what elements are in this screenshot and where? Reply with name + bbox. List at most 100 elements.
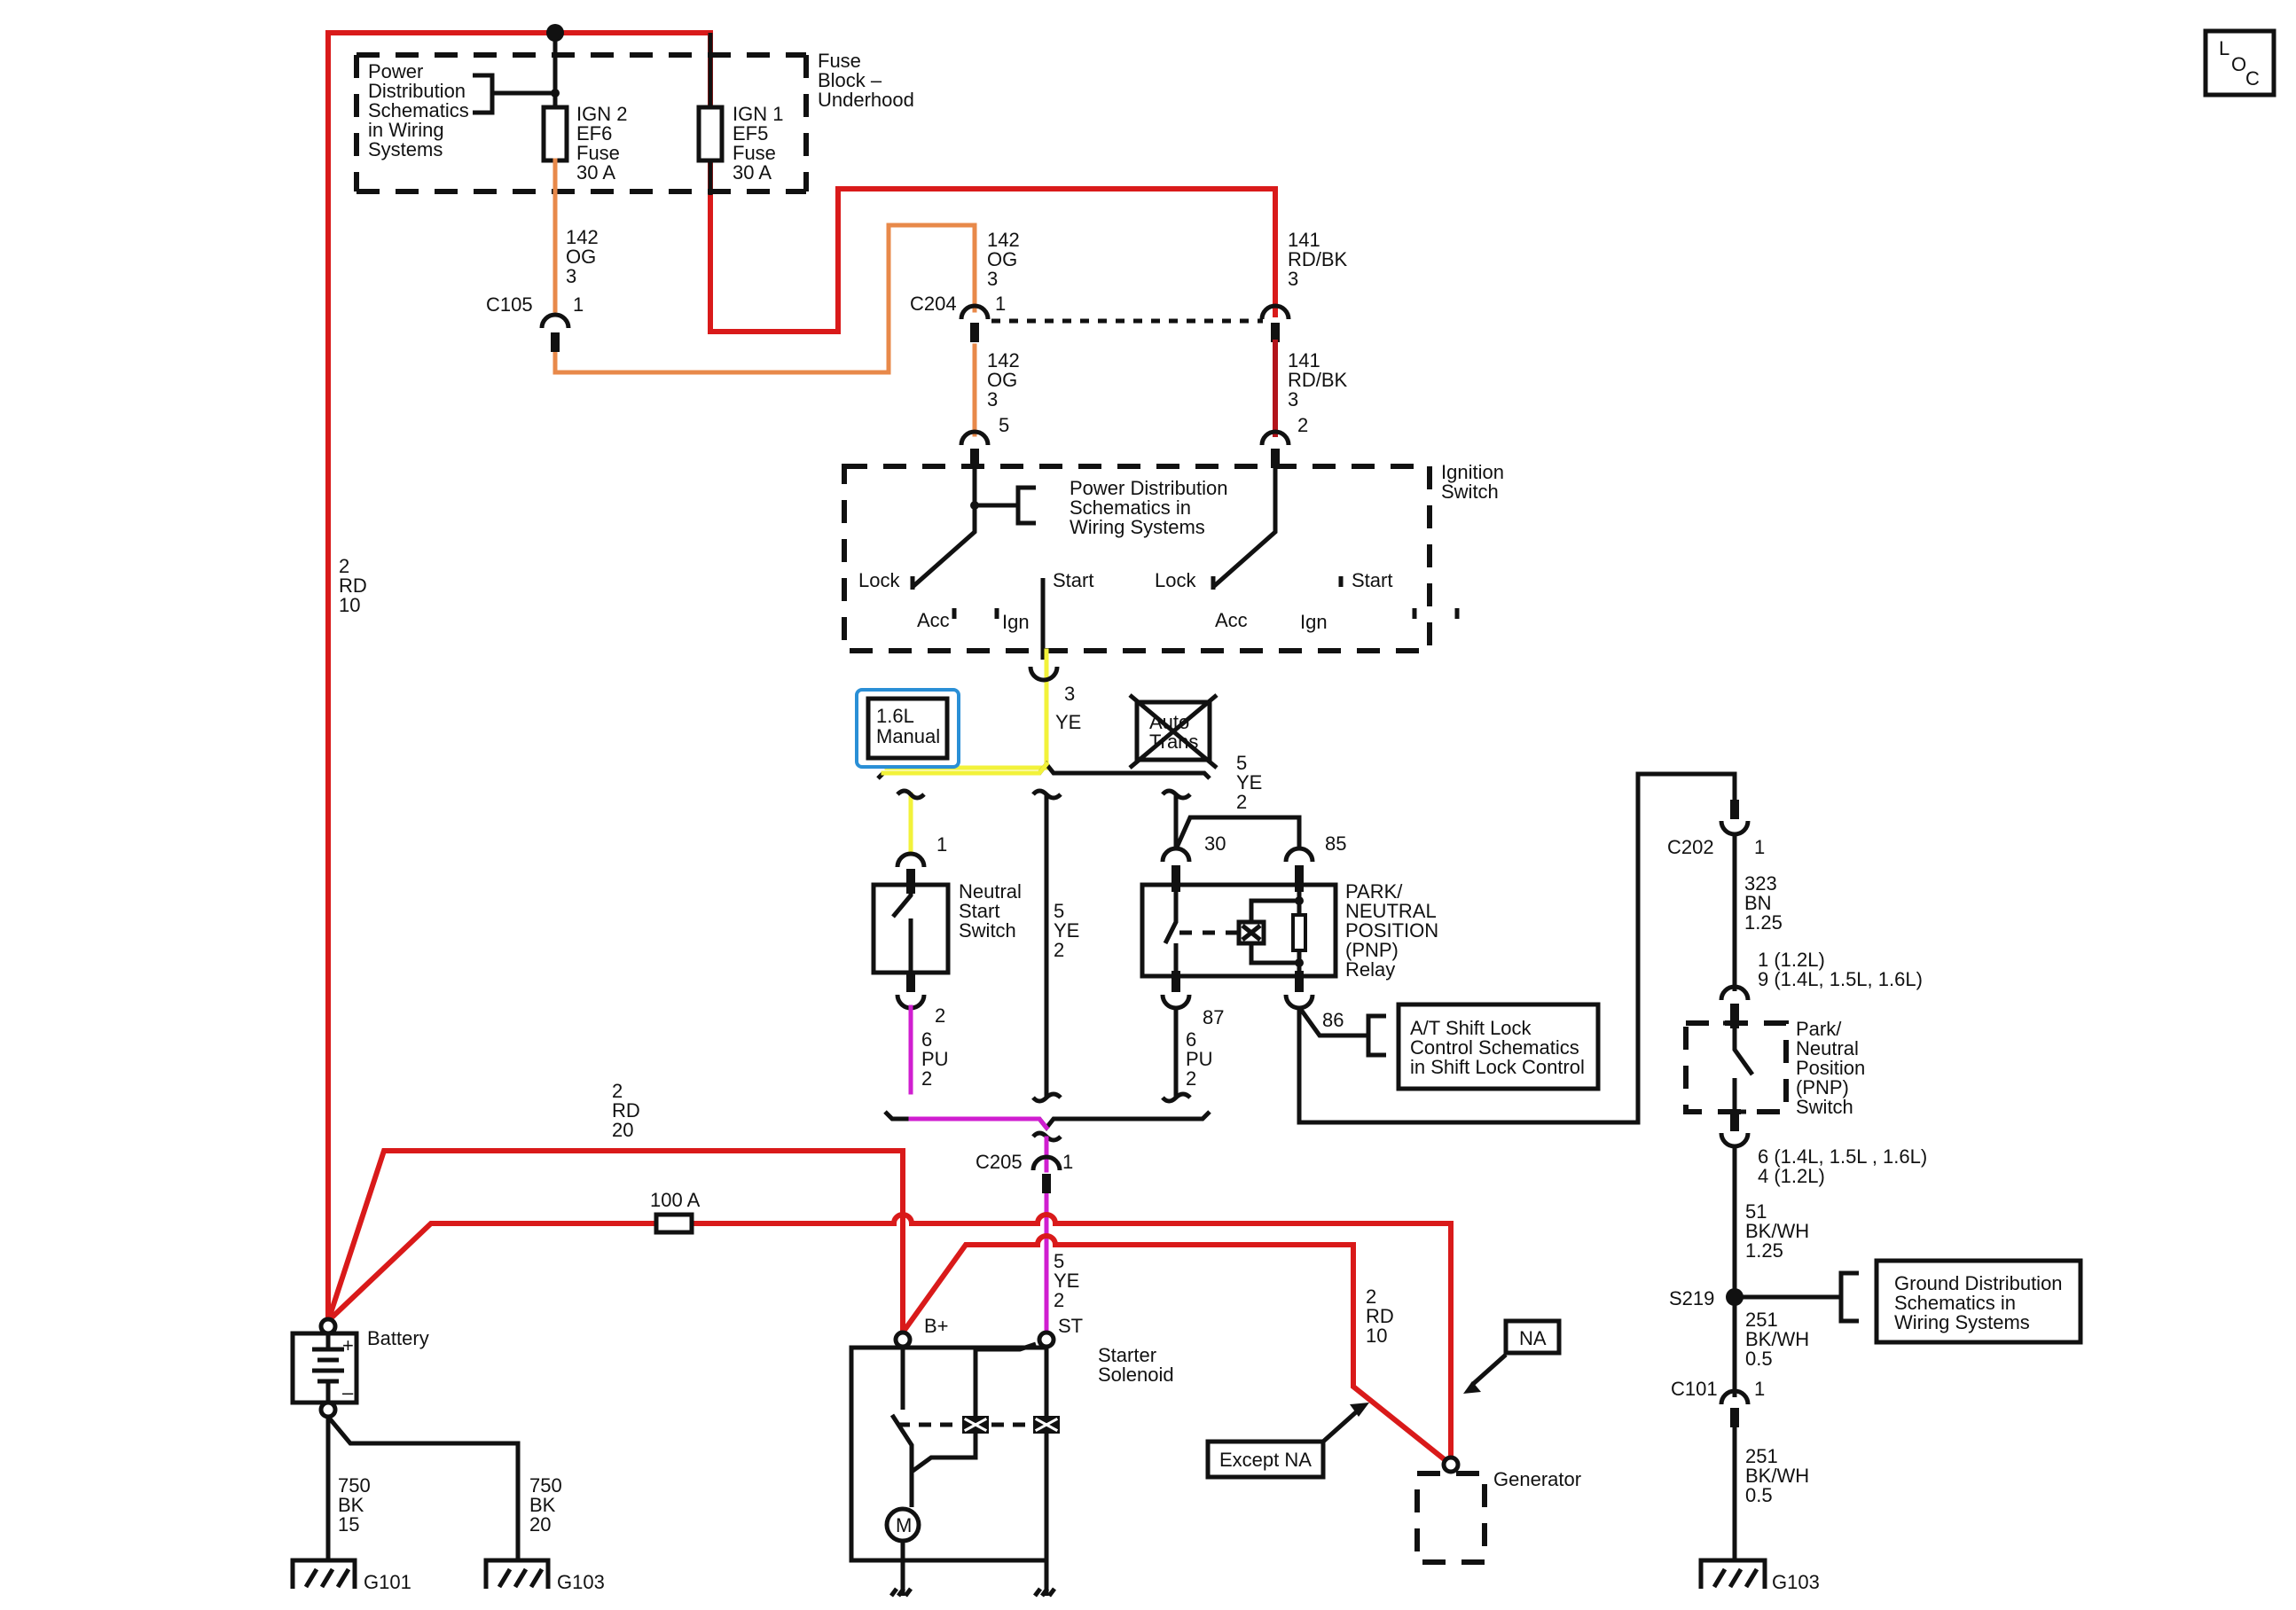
- wire-2-rd-20-label: 2 RD 20: [612, 1080, 646, 1141]
- starter-solenoid-label: Starter Solenoid: [1098, 1344, 1174, 1386]
- neutral-start-switch-label: Neutral Start Switch: [959, 880, 1027, 942]
- bottom-bus-purple: [908, 1116, 1050, 1131]
- ign-left-start: Start: [1053, 569, 1093, 591]
- starter-b-plus-label: B+: [924, 1315, 949, 1337]
- starter-internal: [889, 1341, 1049, 1596]
- loc-o: O: [2231, 53, 2246, 75]
- pnp-switch-contact: [1723, 1020, 1755, 1119]
- fuse-block-title: Fuse Block – Underhood: [818, 50, 914, 111]
- relay-pin85: 85: [1325, 832, 1346, 855]
- nss-pin2: 2: [935, 1004, 945, 1027]
- wire-750-g101-label: 750 BK 15: [338, 1474, 376, 1536]
- c205-pin: 1: [1062, 1151, 1073, 1173]
- ign-pin3: 3: [1064, 683, 1075, 705]
- c204-name: C204: [910, 293, 957, 315]
- c205-name: C205: [976, 1151, 1023, 1173]
- nss-pin1-connector: [895, 851, 927, 868]
- relay-pin85-connector: [1283, 846, 1315, 863]
- c202-pin: 1: [1754, 836, 1765, 858]
- c204-pin: 1: [995, 293, 1006, 315]
- mid-top-break: [1031, 788, 1062, 801]
- na-label: NA: [1519, 1327, 1547, 1349]
- pnp-relay-label: PARK/ NEUTRAL POSITION (PNP) Relay: [1345, 880, 1444, 981]
- ign-pin3-connector: [1028, 666, 1060, 683]
- relay-bot-break: [1161, 1091, 1192, 1104]
- ign-pin5: 5: [999, 414, 1009, 436]
- wire-red-top-feed: [325, 30, 1278, 1324]
- wire-141-top-label: 141 RD/BK 3: [1288, 229, 1352, 290]
- ground-g103-right-icon: [1698, 1558, 1767, 1589]
- pnp-switch-in-connector: [1719, 984, 1751, 1001]
- ign-power-ref-bracket: [975, 485, 1036, 526]
- ign-right-lock: Lock: [1155, 569, 1196, 591]
- fuse-ign2: [541, 105, 569, 163]
- ign-right-acc: Acc: [1215, 609, 1248, 631]
- relay-contact: [1163, 890, 1179, 975]
- ground-g101-label: G101: [364, 1571, 411, 1593]
- ign-power-ref: Power Distribution Schematics in Wiring …: [1070, 477, 1234, 538]
- wire-6-pu-relay-label: 6 PU 2: [1186, 1028, 1219, 1090]
- fusible-link-100a: [654, 1212, 694, 1235]
- fuse-block-power-ref: Power Distribution Schematics in Wiring …: [368, 60, 474, 160]
- ign-connector-pin5: [959, 429, 991, 446]
- loc-c: C: [2245, 67, 2260, 90]
- wire-3-ye-label: YE: [1055, 711, 1081, 733]
- relay-pin86-connector: [1283, 994, 1315, 1011]
- pnp-switch-out-connector: [1719, 1132, 1751, 1149]
- pnp-switch-label: Park/ Neutral Position (PNP) Switch: [1796, 1018, 1870, 1118]
- c105-pin: 1: [573, 293, 584, 316]
- ground-g103-left-icon: [483, 1558, 551, 1589]
- connector-c105: [539, 312, 571, 329]
- wire-5-ye-relay-label: 5 YE 2: [1236, 752, 1267, 813]
- s219-label: S219: [1669, 1287, 1714, 1309]
- fuse-ign1-label: IGN 1 EF5 Fuse 30 A: [733, 103, 789, 184]
- ground-g101-icon: [290, 1558, 357, 1589]
- loc-l: L: [2219, 37, 2229, 59]
- wire-251-bot-label: 251 BK/WH 0.5: [1745, 1445, 1814, 1506]
- c105-name: C105: [486, 293, 533, 316]
- wire-142-c105-label: 142 OG 3: [566, 226, 604, 287]
- ign-left-ign: Ign: [1002, 611, 1030, 633]
- starter-solenoid: [849, 1345, 1049, 1563]
- relay-pin30: 30: [1204, 832, 1226, 855]
- battery-label: Battery: [367, 1327, 429, 1349]
- starter-motor-ground: [889, 1541, 1056, 1598]
- wire-251-top-label: 251 BK/WH 0.5: [1745, 1309, 1814, 1370]
- wire-2-rd-10-gen-label: 2 RD 10: [1366, 1286, 1399, 1347]
- mid-bot-break: [1031, 1091, 1062, 1104]
- battery-cells-icon: [312, 1333, 344, 1403]
- na-arrow-icon: [1470, 1353, 1508, 1387]
- wire-141-bot-label: 141 RD/BK 3: [1288, 349, 1352, 410]
- auto-option-label: Auto Trans: [1149, 711, 1198, 753]
- starter-b-plus-terminal: [893, 1330, 913, 1349]
- wire-2-rd-left-label: 2 RD 10: [339, 555, 372, 616]
- connector-c101: [1719, 1388, 1751, 1405]
- loc-box: L O C: [2203, 28, 2276, 98]
- nss-top-break: [896, 788, 926, 801]
- c101-name: C101: [1671, 1378, 1718, 1400]
- wire-6-pu-nss-label: 6 PU 2: [921, 1028, 954, 1090]
- except-na-label: Except NA: [1219, 1449, 1312, 1471]
- wire-142-c204-top-label: 142 OG 3: [987, 229, 1025, 290]
- battery-neg-terminal: [318, 1400, 338, 1419]
- wire-100a-to-generator: [324, 1212, 1454, 1458]
- connector-c202: [1719, 820, 1751, 837]
- ground-g103-right-label: G103: [1772, 1571, 1820, 1593]
- shift-lock-ref: A/T Shift Lock Control Schematics in Shi…: [1410, 1017, 1585, 1078]
- fuse-ign2-label: IGN 2 EF6 Fuse 30 A: [576, 103, 633, 184]
- ign-switch-left-contact: [910, 468, 977, 589]
- c202-name: C202: [1667, 836, 1714, 858]
- ign-connector-pin2: [1259, 429, 1291, 446]
- battery-minus: –: [342, 1381, 354, 1403]
- generator-terminal: [1441, 1455, 1461, 1474]
- ignition-switch-title: Ignition Switch: [1441, 461, 1509, 503]
- generator-box: [1414, 1471, 1487, 1565]
- wiring-schematic: L O C Fuse Block – Underhood Power Distr…: [290, 24, 2276, 1598]
- ign-pin2: 2: [1297, 414, 1308, 436]
- ign-right-ign: Ign: [1300, 611, 1328, 633]
- ign-right-start: Start: [1352, 569, 1392, 591]
- wire-323-label: 323 BN 1.25: [1744, 872, 1783, 934]
- wire-5-ye-st-label: 5 YE 2: [1054, 1250, 1085, 1311]
- wire-51-label: 51 BK/WH 1.25: [1745, 1200, 1814, 1262]
- c101-pin: 1: [1754, 1378, 1765, 1400]
